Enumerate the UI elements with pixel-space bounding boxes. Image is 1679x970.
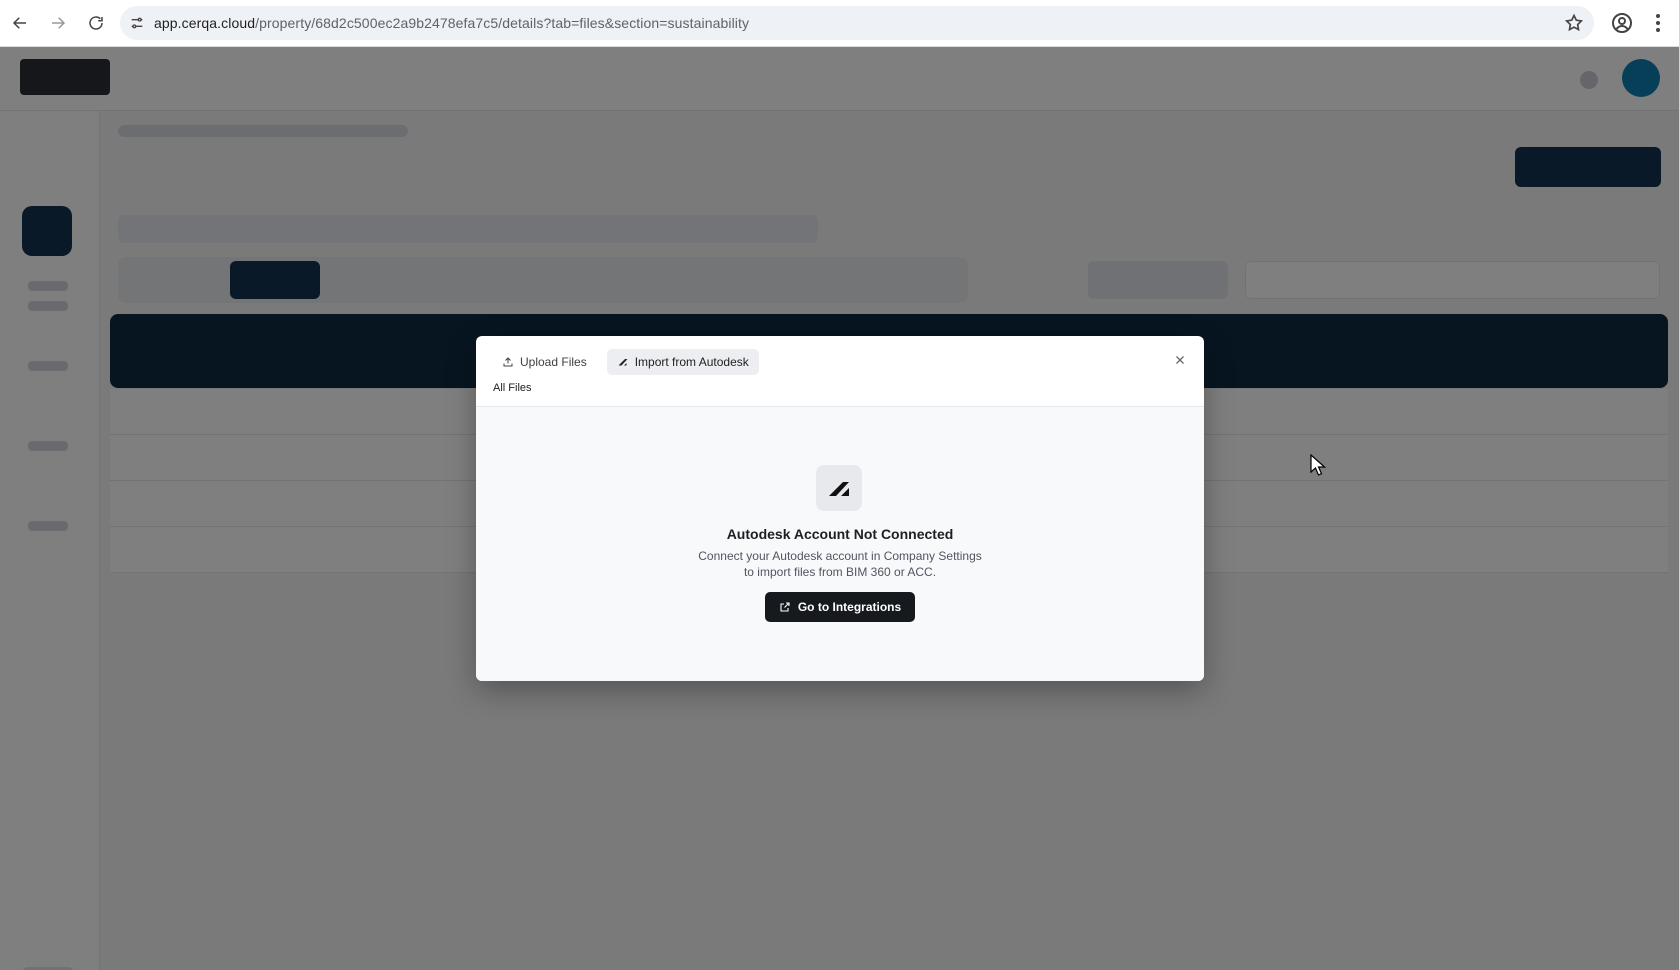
tab-upload-files[interactable]: Upload Files [492,349,597,375]
dialog-body [476,407,1204,681]
tab-label: Upload Files [520,355,587,369]
site-settings-icon[interactable] [120,6,154,40]
tab-import-autodesk[interactable]: Import from Autodesk [606,349,759,375]
browser-toolbar: app.cerqa.cloud/property/68d2c500ec2a9b2… [0,0,1679,47]
reload-icon [89,16,103,30]
tab-label: Import from Autodesk [634,355,749,369]
autodesk-icon [816,465,862,511]
url-text[interactable]: app.cerqa.cloud/property/68d2c500ec2a9b2… [154,15,749,31]
arrow-left-icon [12,17,26,29]
reload-button[interactable] [78,5,114,41]
bookmark-star-icon[interactable] [1564,13,1584,33]
close-icon [1176,356,1184,364]
mouse-cursor-icon [1310,454,1326,476]
button-label: Go to Integrations [797,600,902,614]
url-host: app.cerqa.cloud [154,15,256,31]
file-import-dialog: Upload Files Import from Autodesk All Fi… [476,336,1204,681]
upload-icon [503,357,513,367]
breadcrumb-all-files[interactable]: All Files [493,382,532,394]
back-button[interactable] [2,5,38,41]
empty-state-description: Connect your Autodesk account in Company… [476,548,1204,580]
go-to-integrations-button[interactable]: Go to Integrations [765,592,915,622]
empty-state-description-line: Connect your Autodesk account in Company… [698,549,982,563]
empty-state-description-line: to import files from BIM 360 or ACC. [743,565,937,579]
external-link-icon [780,602,790,612]
autodesk-icon [618,359,628,366]
close-button[interactable] [1172,352,1188,368]
address-bar[interactable]: app.cerqa.cloud/property/68d2c500ec2a9b2… [120,6,1594,40]
browser-menu-icon[interactable] [1646,11,1670,35]
url-path: /property/68d2c500ec2a9b2478efa7c5/detai… [255,15,750,31]
dialog-tabs: Upload Files Import from Autodesk [492,349,759,375]
arrow-right-icon [52,17,66,29]
profile-icon[interactable] [1610,11,1634,35]
forward-button[interactable] [40,5,76,41]
empty-state-title: Autodesk Account Not Connected [726,526,954,542]
